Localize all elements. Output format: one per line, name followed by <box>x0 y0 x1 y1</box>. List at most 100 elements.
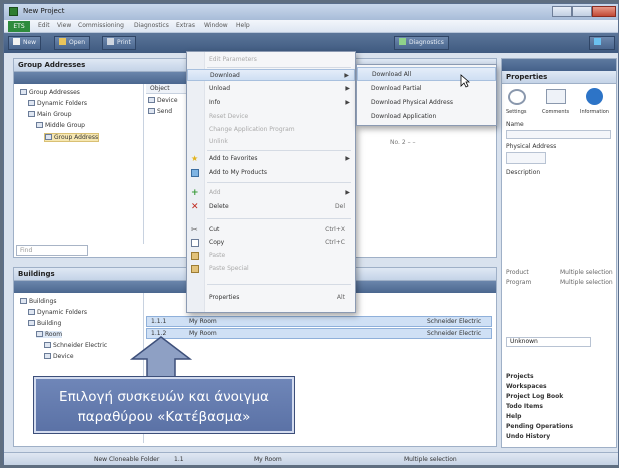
new-label: New <box>23 39 37 46</box>
address-field[interactable] <box>506 152 546 164</box>
menu-delete[interactable]: ✕ Delete Del <box>187 201 355 213</box>
section-todo[interactable]: Todo Items <box>506 403 543 410</box>
menu-paste-special[interactable]: Paste Special <box>187 263 355 275</box>
menu-label: Download <box>210 72 240 79</box>
status-text: Multiple selection <box>404 456 457 463</box>
menu-edit-parameters[interactable]: Edit Parameters <box>187 54 355 66</box>
menu-properties[interactable]: Properties Alt <box>187 292 355 304</box>
tree-item[interactable]: Buildings <box>20 298 56 305</box>
tab-settings[interactable]: Settings <box>506 109 527 115</box>
status-select[interactable]: Unknown <box>506 337 591 347</box>
menu-help[interactable]: Help <box>236 22 250 29</box>
menu-edit[interactable]: Edit <box>38 22 50 29</box>
menu-info[interactable]: Info ▶ <box>187 97 355 109</box>
tree-item[interactable]: Device <box>44 353 74 360</box>
menu-cut[interactable]: ✂ Cut Ctrl+X <box>187 224 355 236</box>
menu-extras[interactable]: Extras <box>176 22 195 29</box>
panel-toolbar <box>502 59 616 71</box>
object-icon <box>148 97 155 103</box>
menu-add-favorites[interactable]: ★ Add to Favorites ▶ <box>187 153 355 165</box>
menu-commissioning[interactable]: Commissioning <box>78 22 124 29</box>
context-menu: Edit Parameters Download ▶ Unload ▶ Info ▶ … <box>186 51 356 313</box>
menu-paste[interactable]: Paste <box>187 250 355 262</box>
table-row[interactable]: Send <box>148 108 172 115</box>
section-undo[interactable]: Undo History <box>506 433 550 440</box>
menu-download[interactable]: Download ▶ <box>187 69 355 81</box>
properties-title: Properties <box>502 71 616 84</box>
table-row-selected[interactable]: 1.1.1 My Room Schneider Electric <box>146 316 492 327</box>
search-input[interactable]: Find <box>16 245 88 256</box>
menu-copy[interactable]: Copy Ctrl+C <box>187 237 355 249</box>
menu-download-all[interactable]: Download All <box>357 67 496 81</box>
section-list: Projects Workspaces Project Log Book Tod… <box>502 369 616 447</box>
app-icon <box>9 7 18 16</box>
section-log-book[interactable]: Project Log Book <box>506 393 563 400</box>
section-pending[interactable]: Pending Operations <box>506 423 573 430</box>
folder-icon <box>36 122 43 128</box>
menu-label: Paste <box>209 252 226 259</box>
building-icon <box>28 320 35 326</box>
section-projects[interactable]: Projects <box>506 373 534 380</box>
menu-download-physical-address[interactable]: Download Physical Address <box>357 96 496 110</box>
diagnostics-button[interactable]: Diagnostics <box>394 36 449 50</box>
menu-unlink[interactable]: Unlink <box>187 136 355 148</box>
cell-room: My Room <box>189 330 217 337</box>
print-button[interactable]: Print <box>102 36 136 50</box>
tree-item[interactable]: Middle Group <box>36 122 85 129</box>
tree-label: Main Group <box>37 111 72 118</box>
star-icon: ★ <box>191 154 199 163</box>
menu-label: Change Application Program <box>209 126 295 133</box>
tree-item[interactable]: Building <box>28 320 61 327</box>
cell-address: 1.1.1 <box>151 318 167 325</box>
menu-download-application[interactable]: Download Application <box>357 110 496 124</box>
tree-label: Room <box>45 331 63 338</box>
tree-item[interactable]: Dynamic Folders <box>28 309 87 316</box>
table-row[interactable]: Device <box>148 97 178 104</box>
name-field[interactable] <box>506 130 611 139</box>
menu-add[interactable]: + Add ▶ <box>187 187 355 199</box>
tab-comments[interactable]: Comments <box>542 109 569 115</box>
status-text: New Cloneable Folder <box>94 456 160 463</box>
menu-add-my-products[interactable]: Add to My Products <box>187 167 355 179</box>
copy-icon <box>191 239 199 247</box>
menu-diagnostics[interactable]: Diagnostics <box>134 22 169 29</box>
title-bar: New Project <box>4 4 618 20</box>
diagnostics-label: Diagnostics <box>409 39 444 46</box>
menu-view[interactable]: View <box>57 22 71 29</box>
tree-item[interactable]: Room <box>36 331 63 338</box>
menu-ets[interactable]: ETS <box>8 21 30 32</box>
tree-item[interactable]: Group Addresses <box>20 89 80 96</box>
maximize-button[interactable] <box>572 6 592 17</box>
folder-icon <box>28 111 35 117</box>
menu-unload[interactable]: Unload ▶ <box>187 83 355 95</box>
cell-text: Device <box>157 97 178 104</box>
menu-separator <box>207 218 351 219</box>
submenu-arrow-icon: ▶ <box>345 189 350 196</box>
menu-label: Download All <box>372 71 412 78</box>
comments-icon[interactable] <box>546 89 566 104</box>
section-help[interactable]: Help <box>506 413 521 420</box>
open-label: Open <box>69 39 86 46</box>
tree-item[interactable]: Main Group <box>28 111 72 118</box>
workspace-button[interactable] <box>589 36 615 50</box>
tree-item[interactable]: Dynamic Folders <box>28 100 87 107</box>
information-icon[interactable] <box>586 88 603 105</box>
tree-item-selected[interactable]: Group Address <box>44 133 100 142</box>
tab-information[interactable]: Information <box>580 109 609 115</box>
close-button[interactable] <box>592 6 616 17</box>
column-header[interactable]: Object <box>150 85 170 92</box>
menu-window[interactable]: Window <box>204 22 228 29</box>
menu-reset-device[interactable]: Reset Device <box>187 111 355 123</box>
menu-download-partial[interactable]: Download Partial <box>357 82 496 96</box>
section-workspaces[interactable]: Workspaces <box>506 383 547 390</box>
folder-icon <box>28 100 35 106</box>
menu-change-application[interactable]: Change Application Program <box>187 124 355 136</box>
new-button[interactable]: New <box>8 36 42 50</box>
tree-item[interactable]: Schneider Electric <box>44 342 107 349</box>
table-row-selected[interactable]: 1.1.2 My Room Schneider Electric <box>146 328 492 339</box>
folder-icon <box>28 309 35 315</box>
open-button[interactable]: Open <box>54 36 91 50</box>
minimize-button[interactable] <box>552 6 572 17</box>
settings-icon[interactable] <box>508 89 526 105</box>
callout-line-2: παραθύρου «Κατέβασμα» <box>77 409 251 425</box>
